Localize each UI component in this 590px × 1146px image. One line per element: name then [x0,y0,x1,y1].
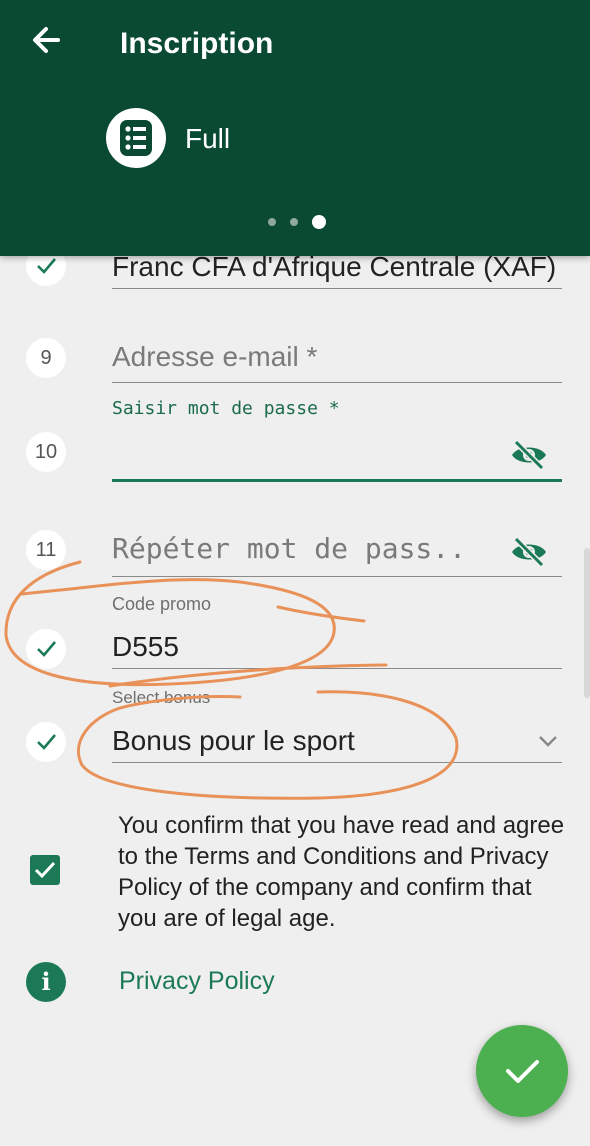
info-icon: i [26,962,66,1002]
visibility-off-icon[interactable] [510,440,548,470]
pager-dot[interactable] [290,218,298,226]
app-header: Inscription Full [0,0,590,256]
privacy-policy-link[interactable]: Privacy Policy [119,967,275,996]
submit-fab-button[interactable] [476,1025,568,1117]
password-label: Saisir mot de passe * [112,398,340,419]
step-number-11: 11 [26,530,66,570]
list-icon [106,108,166,168]
back-arrow-icon[interactable] [28,22,64,58]
promo-value: D555 [112,631,179,662]
step-number-9: 9 [26,338,66,378]
step-number-10: 10 [26,432,66,472]
check-icon [506,1060,539,1083]
promo-check-icon [26,629,66,669]
page-title: Inscription [120,27,274,60]
repeat-password-field[interactable]: Répéter mot de pass... [112,532,472,576]
terms-text: You confirm that you have read and agree… [118,812,565,932]
visibility-off-icon[interactable] [510,537,548,567]
email-field[interactable]: Adresse e-mail * [112,340,562,383]
repeat-password-underline [112,576,562,577]
repeat-password-placeholder: Répéter mot de pass... [112,532,472,565]
pager-dot[interactable] [268,218,276,226]
promo-code-input[interactable]: D555 [112,630,562,669]
bonus-select[interactable]: Bonus pour le sport [112,724,562,763]
terms-checkbox[interactable] [30,855,60,885]
pager-dot-active[interactable] [312,215,326,229]
email-placeholder: Adresse e-mail * [112,341,318,372]
bonus-value: Bonus pour le sport [112,725,355,756]
password-input[interactable] [112,430,562,482]
chevron-down-icon [539,736,557,747]
promo-label: Code promo [112,594,212,614]
bonus-label: Select bonus [112,688,211,707]
registration-mode-label: Full [185,123,231,154]
bonus-check-icon [26,722,66,762]
scrollbar[interactable] [584,548,590,698]
pager-dots [268,214,326,230]
